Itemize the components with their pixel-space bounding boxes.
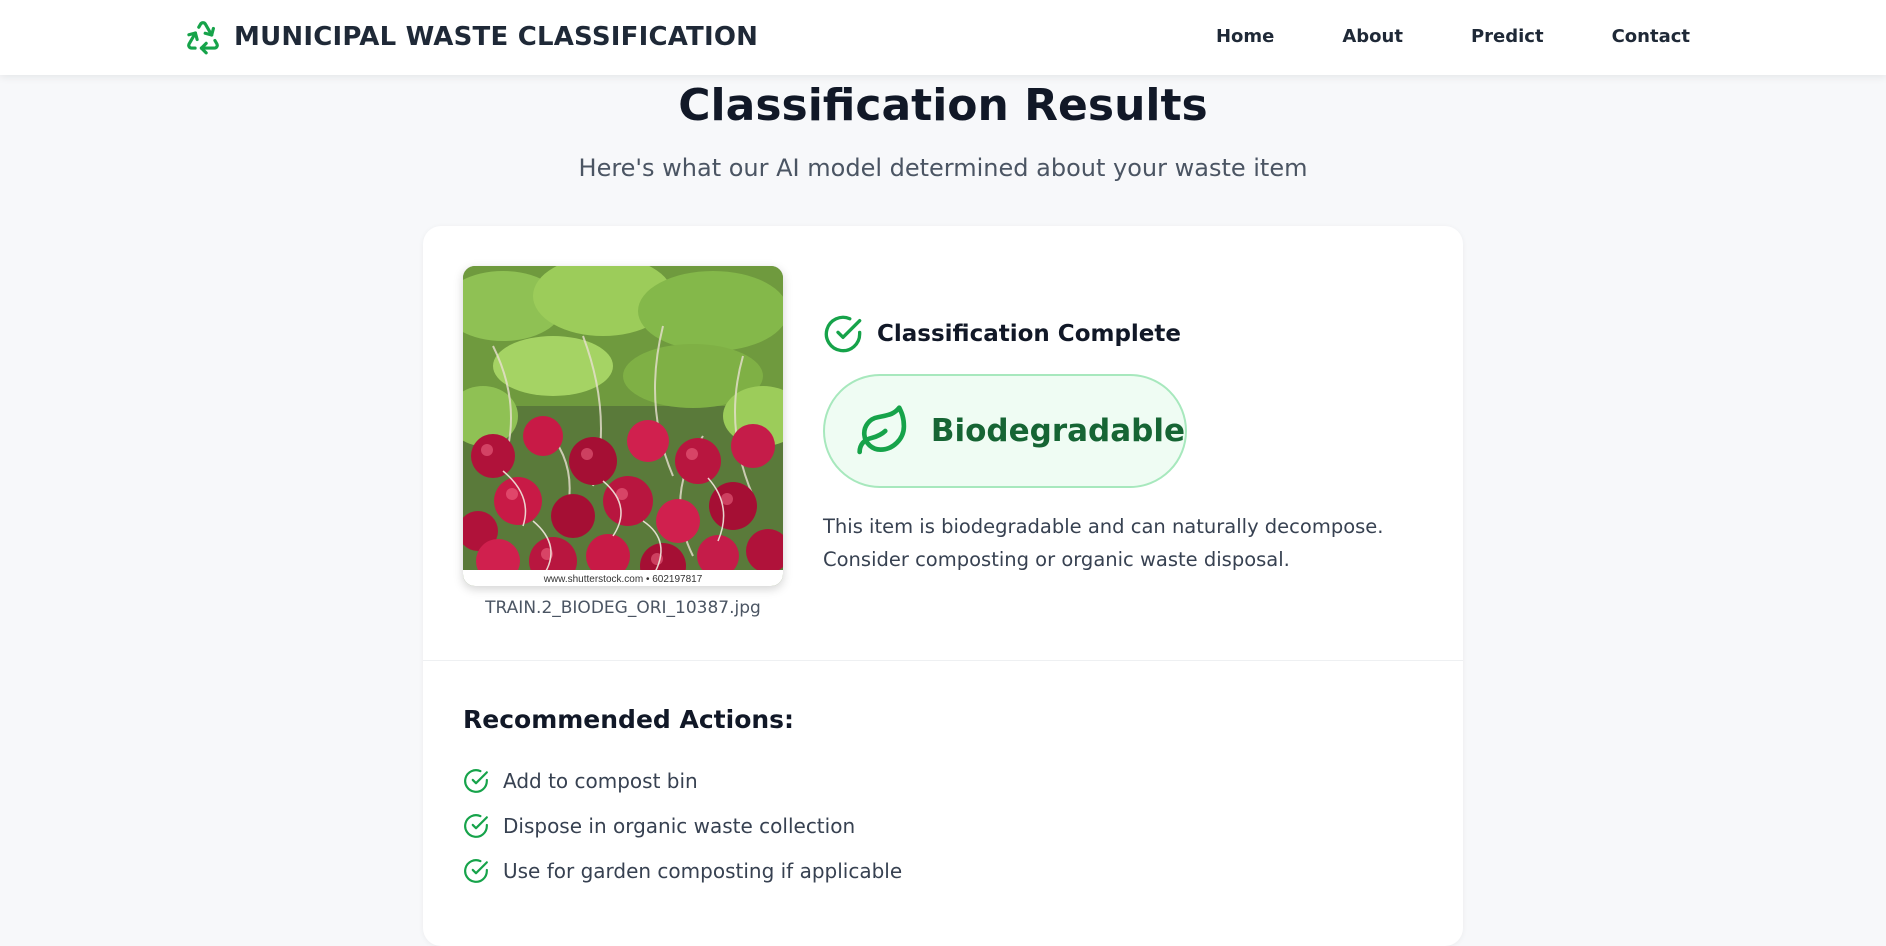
action-label: Use for garden composting if applicable (503, 858, 903, 883)
section-divider (423, 660, 1463, 661)
nav-link-home[interactable]: Home (1182, 22, 1308, 51)
nav-link-contact[interactable]: Contact (1578, 22, 1690, 51)
check-circle-icon (464, 858, 488, 883)
action-item: Add to compost bin (463, 758, 902, 803)
category-badge: Biodegradable (823, 374, 1187, 488)
check-circle-icon (464, 768, 488, 793)
nav-link-predict[interactable]: Predict (1437, 22, 1578, 51)
leaf-icon (857, 405, 907, 455)
result-card: www.shutterstock.com • 602197817 TRAIN.2… (423, 226, 1463, 946)
check-circle-icon (824, 315, 862, 353)
page-title: Classification Results (678, 80, 1208, 131)
page-subtitle: Here's what our AI model determined abou… (578, 154, 1308, 182)
recycle-icon (187, 21, 219, 55)
action-item: Use for garden composting if applicable (463, 848, 902, 893)
category-description: This item is biodegradable and can natur… (823, 515, 1384, 571)
check-circle-icon (464, 813, 488, 838)
status-label: Classification Complete (877, 321, 1181, 347)
uploaded-image: www.shutterstock.com • 602197817 (463, 266, 783, 586)
actions-title: Recommended Actions: (463, 705, 795, 734)
action-item: Dispose in organic waste collection (463, 803, 902, 848)
brand-title: MUNICIPAL WASTE CLASSIFICATION (234, 22, 759, 52)
action-label: Dispose in organic waste collection (503, 813, 856, 838)
brand[interactable]: MUNICIPAL WASTE CLASSIFICATION (184, 17, 758, 57)
nav-link-about[interactable]: About (1308, 22, 1437, 51)
nav-links: Home About Predict Contact (1182, 22, 1690, 51)
radish-photo: www.shutterstock.com • 602197817 (463, 266, 783, 586)
image-filename: TRAIN.2_BIODEG_ORI_10387.jpg (485, 598, 761, 618)
top-navbar: MUNICIPAL WASTE CLASSIFICATION Home Abou… (0, 0, 1886, 75)
category-label: Biodegradable (930, 413, 1185, 449)
action-label: Add to compost bin (503, 768, 698, 793)
image-watermark: www.shutterstock.com • 602197817 (543, 574, 703, 585)
classification-status: Classification Complete (823, 314, 1181, 354)
actions-list: Add to compost bin Dispose in organic wa… (463, 758, 902, 893)
